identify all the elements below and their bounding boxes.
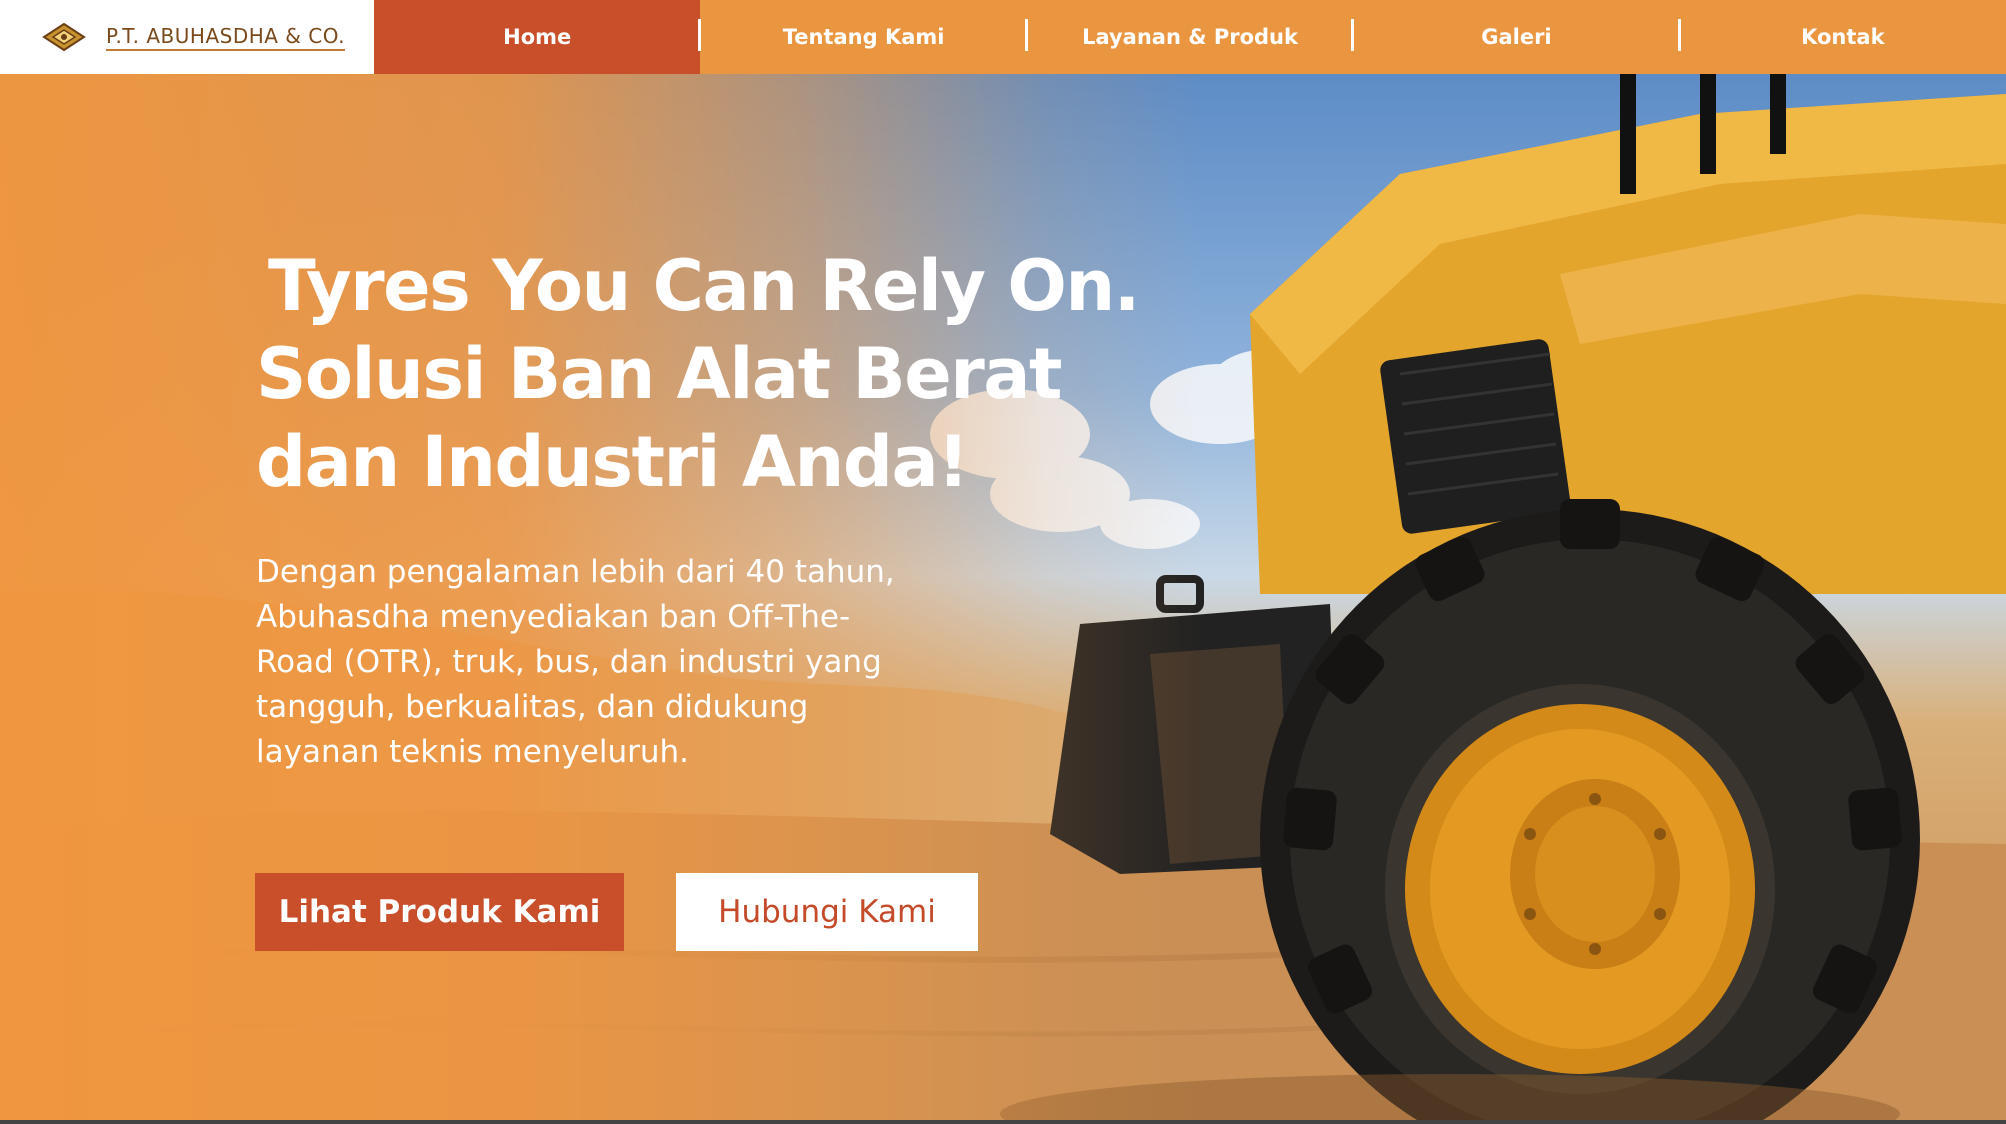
nav-tentang-kami-label: Tentang Kami [782,25,945,49]
nav-separator [1351,19,1355,51]
top-navbar: P.T. ABUHASDHA & CO. Home Tentang Kami L… [0,0,2006,74]
contact-us-button-label: Hubungi Kami [718,894,936,930]
nav-layanan-produk-label: Layanan & Produk [1082,25,1298,49]
nav-galeri[interactable]: Galeri [1351,0,1679,74]
nav-separator [1677,19,1681,51]
hero-headline-line-3: dan Industri Anda! [256,421,969,503]
nav-layanan-produk[interactable]: Layanan & Produk [1024,0,1353,74]
page: P.T. ABUHASDHA & CO. Home Tentang Kami L… [0,0,2006,1120]
brand-name: P.T. ABUHASDHA & CO. [106,24,346,51]
hero-section: Tyres You Can Rely On. Solusi Ban Alat B… [0,74,2006,1120]
hero-headline-line-2: Solusi Ban Alat Berat [256,333,1062,415]
nav-galeri-label: Galeri [1481,25,1552,49]
nav-separator [1024,19,1028,51]
contact-us-button[interactable]: Hubungi Kami [676,873,978,951]
nav-kontak[interactable]: Kontak [1677,0,2006,74]
hero-content: Tyres You Can Rely On. Solusi Ban Alat B… [256,242,1156,806]
nav-home-label: Home [503,25,572,49]
nav-kontak-label: Kontak [1801,25,1885,49]
hero-cta-group: Lihat Produk Kami Hubungi Kami [255,873,978,951]
hero-description: Dengan pengalaman lebih dari 40 tahun, A… [256,554,895,770]
bottom-edge [0,1120,2006,1124]
view-products-button[interactable]: Lihat Produk Kami [255,873,624,951]
hero-headline: Tyres You Can Rely On. Solusi Ban Alat B… [256,242,1156,506]
hero-headline-line-1: Tyres You Can Rely On. [268,245,1140,327]
nav-separator [698,19,702,51]
view-products-button-label: Lihat Produk Kami [278,894,601,930]
nav-tentang-kami[interactable]: Tentang Kami [698,0,1026,74]
nav-home[interactable]: Home [374,0,701,74]
diamond-emblem-icon [42,22,86,52]
brand-logo[interactable]: P.T. ABUHASDHA & CO. [0,0,374,74]
